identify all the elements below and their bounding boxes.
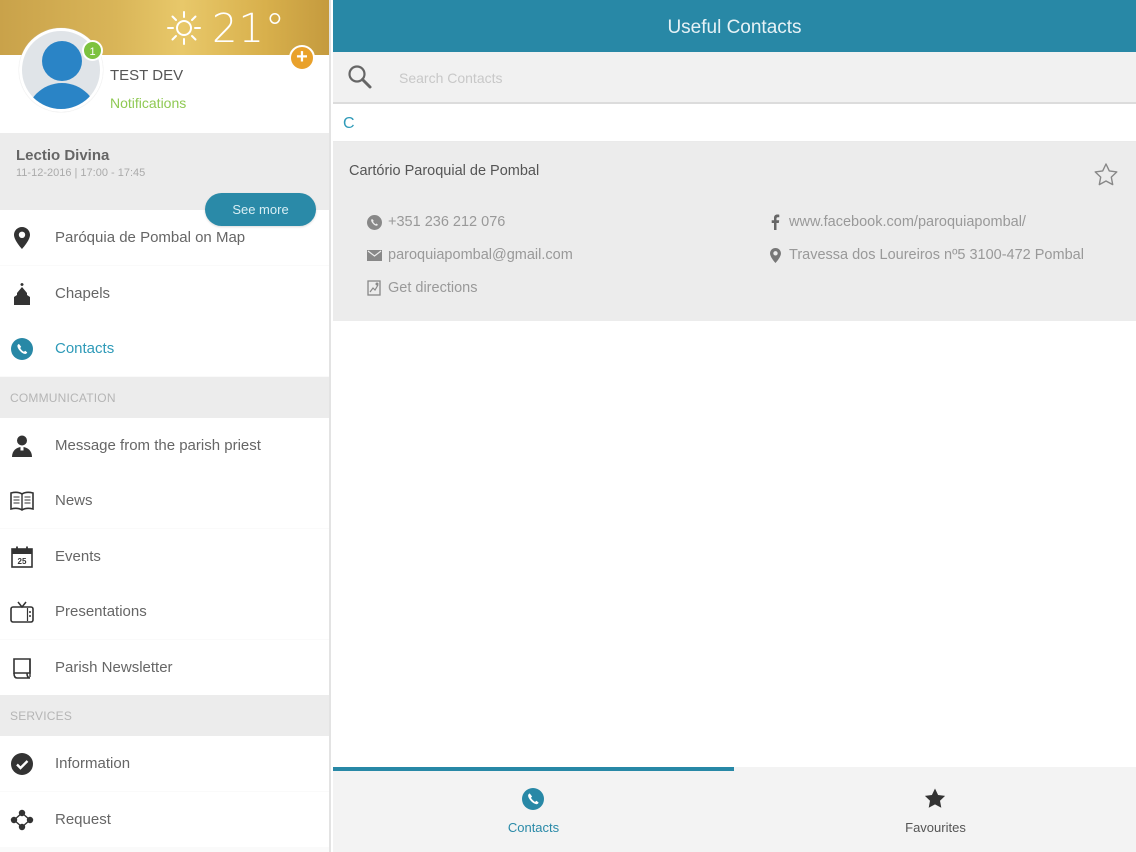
- sidebar-item-label: Presentations: [55, 603, 147, 620]
- bottom-tab-bar: Contacts Favourites: [333, 767, 1136, 852]
- directions-map-icon: [366, 280, 382, 296]
- search-bar: [333, 52, 1136, 104]
- search-icon[interactable]: [347, 64, 373, 90]
- main-panel: Useful Contacts C Cartório Paroquial de …: [333, 0, 1136, 852]
- sidebar-item-label: Message from the parish priest: [55, 437, 261, 454]
- contact-card[interactable]: Cartório Paroquial de Pombal +351 236 21…: [333, 142, 1136, 321]
- sidebar: 21° TEST DEV Notifications 1 + Lectio Di…: [0, 0, 331, 852]
- sidebar-item-contacts[interactable]: Contacts: [0, 321, 329, 376]
- sidebar-item-label: Events: [55, 548, 101, 565]
- see-more-button[interactable]: See more: [205, 193, 316, 226]
- sidebar-item-label: Contacts: [55, 340, 115, 357]
- contact-name: Cartório Paroquial de Pombal: [349, 163, 540, 179]
- sidebar-item-events[interactable]: 25 Events: [0, 529, 329, 584]
- sidebar-item-label: Parish Newsletter: [55, 659, 173, 676]
- contact-email-text: paroquiapombal@gmail.com: [388, 247, 573, 263]
- favourite-star-icon[interactable]: [1093, 162, 1119, 188]
- check-circle-icon: [10, 752, 34, 776]
- weather-temperature: 21°: [212, 6, 286, 52]
- envelope-icon: [366, 247, 382, 263]
- phone-icon: [10, 337, 34, 361]
- contact-email[interactable]: paroquiapombal@gmail.com: [366, 247, 573, 263]
- add-button[interactable]: +: [289, 45, 315, 71]
- profile-name: TEST DEV: [110, 67, 184, 84]
- sun-icon: [167, 11, 201, 45]
- star-icon: [924, 788, 946, 808]
- search-input[interactable]: [399, 66, 1099, 90]
- tv-icon: [10, 600, 34, 624]
- sidebar-item-presentations[interactable]: Presentations: [0, 584, 329, 639]
- tab-label: Contacts: [507, 820, 560, 835]
- sidebar-item-news[interactable]: News: [0, 473, 329, 528]
- sidebar-item-chapels[interactable]: Chapels: [0, 266, 329, 321]
- priest-icon: [10, 434, 34, 458]
- tab-favourites[interactable]: Favourites: [735, 771, 1136, 852]
- map-pin-icon: [767, 247, 783, 263]
- section-header-services: SERVICES: [0, 695, 329, 736]
- contact-address[interactable]: Travessa dos Loureiros nº5 3100-472 Pomb…: [767, 247, 1084, 263]
- section-label: SERVICES: [10, 709, 73, 723]
- calendar-icon: 25: [10, 545, 34, 569]
- contact-directions-text: Get directions: [388, 280, 478, 296]
- notification-count-badge: 1: [82, 40, 103, 61]
- facebook-icon: [767, 214, 783, 230]
- sidebar-item-label: Chapels: [55, 285, 111, 302]
- newspaper-icon: [10, 489, 34, 513]
- tab-label: Favourites: [905, 820, 966, 835]
- contact-phone[interactable]: +351 236 212 076: [366, 214, 505, 230]
- contact-facebook-text: www.facebook.com/paroquiapombal/: [789, 214, 1026, 230]
- tab-contacts[interactable]: Contacts: [333, 771, 734, 852]
- phone-icon: [366, 214, 382, 230]
- sidebar-item-label: News: [55, 492, 93, 509]
- svg-text:25: 25: [18, 557, 27, 566]
- sidebar-item-newsletter[interactable]: Parish Newsletter: [0, 640, 329, 695]
- sidebar-item-priest-message[interactable]: Message from the parish priest: [0, 418, 329, 473]
- event-time: 11-12-2016 | 17:00 - 17:45: [16, 167, 146, 179]
- sidebar-item-label: Request: [55, 811, 111, 828]
- section-header-communication: COMMUNICATION: [0, 377, 329, 418]
- contact-address-text: Travessa dos Loureiros nº5 3100-472 Pomb…: [789, 247, 1084, 263]
- sidebar-item-label: Paróquia de Pombal on Map: [55, 229, 246, 246]
- contact-facebook[interactable]: www.facebook.com/paroquiapombal/: [767, 214, 1026, 230]
- page-title: Useful Contacts: [667, 17, 802, 38]
- sidebar-item-request[interactable]: Request: [0, 792, 329, 847]
- sidebar-item-label: Information: [55, 755, 131, 772]
- contact-phone-text: +351 236 212 076: [388, 214, 506, 230]
- phone-icon: [522, 788, 544, 810]
- notifications-link[interactable]: Notifications: [110, 95, 186, 111]
- top-bar: Useful Contacts: [333, 0, 1136, 52]
- map-pin-icon: [10, 226, 34, 250]
- group-letter: C: [343, 115, 355, 132]
- event-title: Lectio Divina: [16, 147, 110, 164]
- sidebar-item-information[interactable]: Information: [0, 736, 329, 791]
- share-icon: [10, 808, 34, 832]
- newsletter-icon: [10, 656, 34, 680]
- church-icon: [10, 282, 34, 306]
- contact-directions[interactable]: Get directions: [366, 280, 477, 296]
- section-label: COMMUNICATION: [10, 391, 116, 405]
- group-letter-header: C: [333, 106, 1136, 142]
